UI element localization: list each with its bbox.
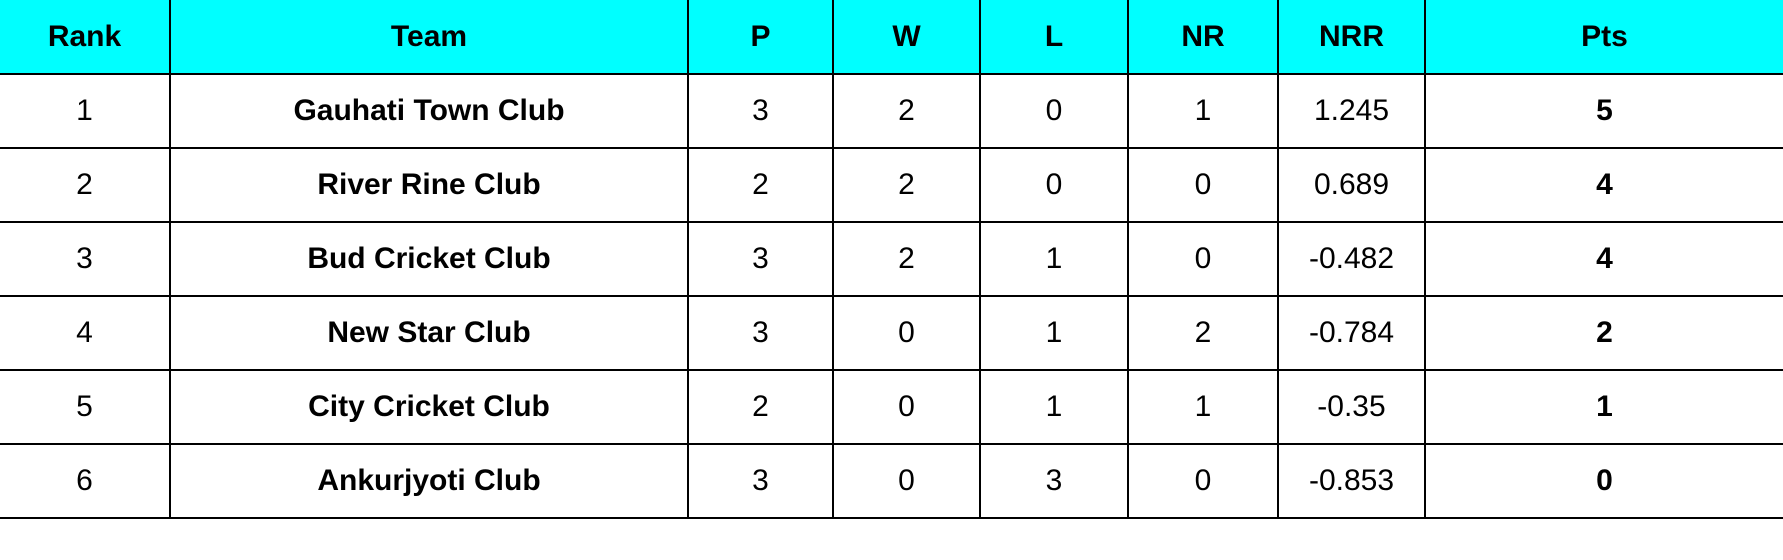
cell-won: 2	[833, 148, 981, 223]
cell-rank: 5	[0, 370, 171, 445]
points-table-container: Rank Team P W L NR NRR Pts 1 Gauhati Tow…	[0, 0, 1783, 560]
cell-no-result: 1	[1128, 370, 1279, 445]
cell-lost: 1	[980, 296, 1129, 371]
cell-rank: 6	[0, 444, 171, 519]
points-table: Rank Team P W L NR NRR Pts 1 Gauhati Tow…	[0, 0, 1783, 519]
table-row[interactable]: 1 Gauhati Town Club 3 2 0 1 1.245 5	[0, 74, 1783, 149]
cell-points: 4	[1425, 148, 1783, 223]
cell-rank: 1	[0, 74, 171, 149]
cell-points: 4	[1425, 222, 1783, 297]
column-header-won[interactable]: W	[833, 0, 981, 75]
cell-points: 0	[1425, 444, 1783, 519]
cell-played: 3	[688, 222, 834, 297]
cell-points: 5	[1425, 74, 1783, 149]
cell-net-run-rate: 1.245	[1278, 74, 1426, 149]
cell-team-name[interactable]: New Star Club	[170, 296, 689, 371]
cell-lost: 1	[980, 370, 1129, 445]
column-header-played[interactable]: P	[688, 0, 834, 75]
table-row[interactable]: 4 New Star Club 3 0 1 2 -0.784 2	[0, 296, 1783, 371]
header-row: Rank Team P W L NR NRR Pts	[0, 0, 1783, 75]
cell-won: 2	[833, 222, 981, 297]
cell-team-name[interactable]: Ankurjyoti Club	[170, 444, 689, 519]
cell-team-name[interactable]: City Cricket Club	[170, 370, 689, 445]
column-header-lost[interactable]: L	[980, 0, 1129, 75]
cell-won: 2	[833, 74, 981, 149]
cell-team-name[interactable]: River Rine Club	[170, 148, 689, 223]
column-header-no-result[interactable]: NR	[1128, 0, 1279, 75]
table-row[interactable]: 3 Bud Cricket Club 3 2 1 0 -0.482 4	[0, 222, 1783, 297]
cell-net-run-rate: -0.482	[1278, 222, 1426, 297]
cell-lost: 1	[980, 222, 1129, 297]
cell-no-result: 0	[1128, 444, 1279, 519]
cell-no-result: 0	[1128, 148, 1279, 223]
cell-lost: 0	[980, 74, 1129, 149]
cell-no-result: 2	[1128, 296, 1279, 371]
cell-net-run-rate: -0.853	[1278, 444, 1426, 519]
cell-played: 2	[688, 148, 834, 223]
table-row[interactable]: 2 River Rine Club 2 2 0 0 0.689 4	[0, 148, 1783, 223]
cell-played: 3	[688, 74, 834, 149]
cell-no-result: 0	[1128, 222, 1279, 297]
column-header-net-run-rate[interactable]: NRR	[1278, 0, 1426, 75]
cell-no-result: 1	[1128, 74, 1279, 149]
cell-net-run-rate: -0.35	[1278, 370, 1426, 445]
cell-played: 3	[688, 296, 834, 371]
cell-rank: 3	[0, 222, 171, 297]
cell-points: 1	[1425, 370, 1783, 445]
table-row[interactable]: 6 Ankurjyoti Club 3 0 3 0 -0.853 0	[0, 444, 1783, 519]
cell-net-run-rate: 0.689	[1278, 148, 1426, 223]
cell-rank: 4	[0, 296, 171, 371]
cell-team-name[interactable]: Bud Cricket Club	[170, 222, 689, 297]
table-body: 1 Gauhati Town Club 3 2 0 1 1.245 5 2 Ri…	[0, 74, 1783, 519]
cell-won: 0	[833, 444, 981, 519]
cell-net-run-rate: -0.784	[1278, 296, 1426, 371]
cell-lost: 0	[980, 148, 1129, 223]
table-header: Rank Team P W L NR NRR Pts	[0, 0, 1783, 75]
cell-team-name[interactable]: Gauhati Town Club	[170, 74, 689, 149]
cell-points: 2	[1425, 296, 1783, 371]
column-header-points[interactable]: Pts	[1425, 0, 1783, 75]
table-row[interactable]: 5 City Cricket Club 2 0 1 1 -0.35 1	[0, 370, 1783, 445]
cell-rank: 2	[0, 148, 171, 223]
cell-won: 0	[833, 370, 981, 445]
column-header-rank[interactable]: Rank	[0, 0, 171, 75]
cell-played: 2	[688, 370, 834, 445]
column-header-team[interactable]: Team	[170, 0, 689, 75]
cell-lost: 3	[980, 444, 1129, 519]
cell-played: 3	[688, 444, 834, 519]
cell-won: 0	[833, 296, 981, 371]
